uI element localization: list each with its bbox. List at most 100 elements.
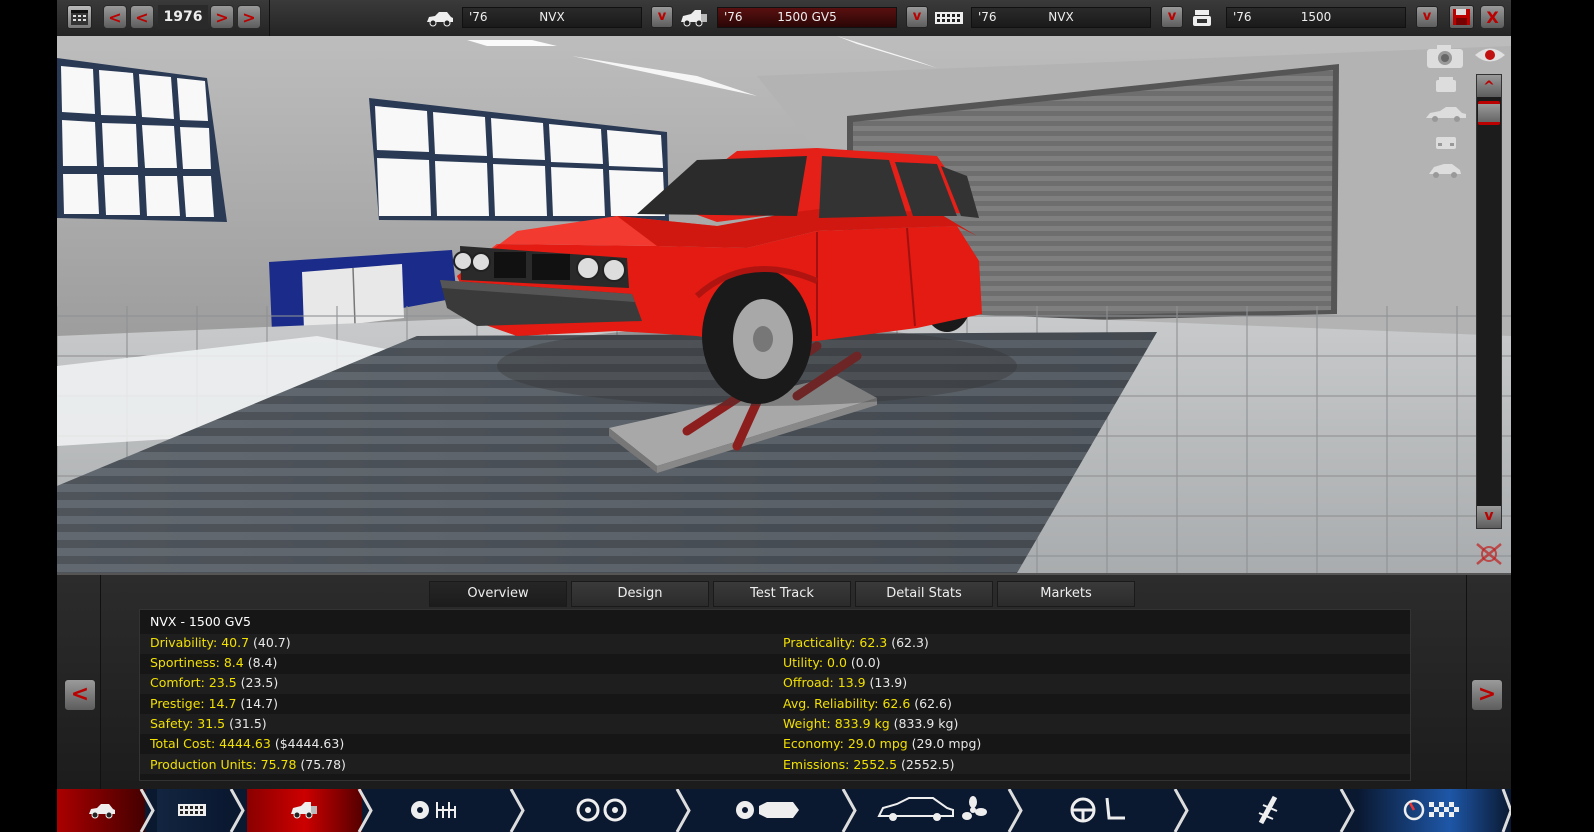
aero-icon [877,796,987,821]
prev-year-button[interactable]: < [103,5,127,29]
trim-dropdown-button[interactable]: v [906,6,928,28]
next-panel-button[interactable]: > [1471,679,1503,711]
wheels-icon [576,798,627,822]
nav-section-interior[interactable] [1025,789,1175,832]
tab-test-track[interactable]: Test Track [713,581,851,607]
car-trim-icon [679,8,709,28]
chevron-right-icon [1173,789,1189,832]
family-name: NVX [1048,10,1074,24]
stat-economy: Economy: 29.0 mpg (29.0 mpg) [783,736,982,751]
stat-production-units: Production Units: 75.78 (75.78) [150,757,346,772]
chassis-icon [178,804,206,816]
stat-emissions: Emissions: 2552.5 (2552.5) [783,757,955,772]
tab-markets[interactable]: Markets [997,581,1135,607]
engine-dropdown-button[interactable]: v [1416,6,1438,28]
chevron-right-icon [675,789,691,832]
overview-stats-table: NVX - 1500 GV5 Drivability: 40.7 (40.7) … [139,609,1411,781]
next-year-step-button[interactable]: > [210,5,234,29]
nav-section-testing[interactable] [1357,789,1511,832]
stat-practicality: Practicality: 62.3 (62.3) [783,635,929,650]
tab-overview[interactable]: Overview [429,581,567,607]
body-icon [291,802,317,819]
nav-section-brakes[interactable] [693,789,843,832]
visibility-eye-icon[interactable] [1474,44,1506,66]
chevron-right-icon [229,789,245,832]
engine-select[interactable]: '76 1500 [1226,7,1406,28]
tab-detail-stats[interactable]: Detail Stats [855,581,993,607]
fuel-system-icon [1258,795,1278,825]
stat-offroad: Offroad: 13.9 (13.9) [783,675,908,690]
nav-section-wheels[interactable] [527,789,677,832]
table-row [140,714,1410,734]
stat-weight: Weight: 833.9 kg (833.9 kg) [783,716,959,731]
family-dropdown-button[interactable]: v [1161,6,1183,28]
stat-safety: Safety: 31.5 (31.5) [150,716,267,731]
close-button[interactable]: X [1480,5,1505,29]
chevron-right-icon [357,789,373,832]
table-row [140,674,1410,694]
view-side-icon[interactable] [1424,104,1468,124]
model-dropdown-button[interactable]: v [651,6,673,28]
stat-total-cost: Total Cost: 4444.63 ($4444.63) [150,736,345,751]
model-name: NVX [539,10,565,24]
nav-section-body[interactable] [247,789,362,832]
stat-avg-reliability: Avg. Reliability: 62.6 (62.6) [783,696,952,711]
car-model-icon [425,8,455,28]
calendar-icon[interactable] [67,5,92,29]
nav-section-car[interactable] [57,789,145,832]
zoom-down-button[interactable]: v [1477,506,1501,528]
car-3d-viewport[interactable]: ^ v [57,36,1511,573]
view-rear-icon[interactable] [1430,131,1462,153]
divider [1466,575,1467,789]
chevron-right-icon [1339,789,1355,832]
bottom-section-nav [57,789,1511,832]
chevron-right-icon [509,789,525,832]
divider [269,0,270,36]
prev-year-step-button[interactable]: < [130,5,154,29]
next-year-button[interactable]: > [237,5,261,29]
zoom-up-button[interactable]: ^ [1477,75,1501,97]
nav-section-chassis[interactable] [157,789,229,832]
reset-view-icon[interactable] [1473,540,1505,568]
table-row [140,694,1410,714]
chevron-right-icon [841,789,857,832]
view-front-icon[interactable] [1430,74,1462,96]
interior-icon [1070,797,1125,823]
camera-icon[interactable] [1425,42,1465,70]
stat-prestige: Prestige: 14.7 (14.7) [150,696,278,711]
chevron-right-icon [139,789,155,832]
stat-utility: Utility: 0.0 (0.0) [783,655,881,670]
suspension-icon [411,801,456,819]
stats-panel: < > Overview Design Test Track Detail St… [57,573,1511,789]
trim-name: 1500 GV5 [777,10,837,24]
car-icon [89,804,115,819]
game-window: < < 1976 > > '76 NVX v '76 1500 GV5 v '7… [57,0,1511,832]
prev-panel-button[interactable]: < [64,679,96,711]
table-row [140,634,1410,654]
zoom-slider[interactable]: ^ v [1476,74,1502,529]
stat-comfort: Comfort: 23.5 (23.5) [150,675,279,690]
divider [100,575,101,789]
table-row [140,654,1410,674]
chevron-right-icon [1007,789,1023,832]
engine-icon [1190,8,1214,28]
chassis-family-icon [934,8,964,28]
engine-name: 1500 [1300,10,1332,24]
model-select[interactable]: '76 NVX [462,7,642,28]
nav-section-fuel-system[interactable] [1191,789,1341,832]
testing-icon [1403,799,1459,821]
tab-design[interactable]: Design [571,581,709,607]
family-select[interactable]: '76 NVX [971,7,1151,28]
stat-sportiness: Sportiness: 8.4 (8.4) [150,655,278,670]
brakes-icon [736,801,799,819]
stats-title: NVX - 1500 GV5 [150,614,251,629]
stat-drivability: Drivability: 40.7 (40.7) [150,635,291,650]
view-3quarter-icon[interactable] [1426,158,1464,182]
top-bar: < < 1976 > > '76 NVX v '76 1500 GV5 v '7… [57,0,1511,37]
nav-section-suspension[interactable] [375,789,515,832]
nav-section-aero[interactable] [859,789,1009,832]
year-display: 1976 [158,5,208,29]
save-icon[interactable] [1449,5,1474,29]
zoom-slider-handle[interactable] [1478,101,1500,125]
trim-select[interactable]: '76 1500 GV5 [717,7,897,28]
